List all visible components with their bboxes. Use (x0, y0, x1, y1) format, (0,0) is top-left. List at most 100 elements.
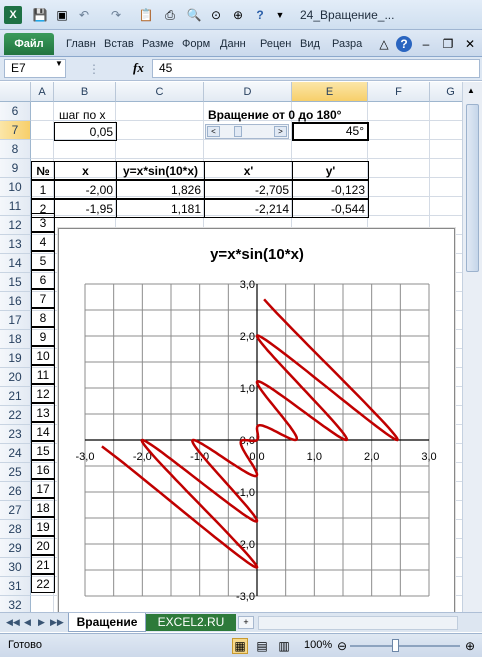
table-cell-no[interactable]: 12 (31, 384, 55, 403)
redo-icon[interactable]: ↷ (108, 7, 124, 23)
col-header-b[interactable]: B (54, 82, 116, 102)
table-cell-no[interactable]: 9 (31, 327, 55, 346)
table-cell-no[interactable]: 15 (31, 441, 55, 460)
row-header-13[interactable]: 13 (0, 235, 31, 254)
last-sheet-icon[interactable]: ▶▶ (50, 617, 64, 628)
table-cell-no[interactable]: 11 (31, 365, 55, 384)
row-header-6[interactable]: 6 (0, 102, 31, 121)
row-header-15[interactable]: 15 (0, 273, 31, 292)
chart-area[interactable]: y=x*sin(10*x) -3,0 -2,0 -1,0 0,0 1,0 2,0 3,0 3,… (58, 228, 455, 613)
save-icon[interactable]: 💾 (32, 7, 48, 23)
table-cell-x[interactable]: -1,95 (54, 199, 117, 218)
tab-developer[interactable]: Разра (332, 38, 364, 50)
vertical-scroll-thumb[interactable] (466, 104, 479, 272)
scroll-up-icon[interactable]: ▲ (467, 86, 475, 95)
qat-dropdown-icon[interactable]: ▼ (272, 7, 288, 23)
tab-file[interactable]: Файл (4, 33, 54, 55)
insert-sheet-icon[interactable]: + (238, 616, 254, 629)
row-header-12[interactable]: 12 (0, 216, 31, 235)
tab-review[interactable]: Рецен (260, 38, 293, 50)
formula-input[interactable]: 45 (152, 59, 480, 78)
tab-formulas[interactable]: Форм (182, 38, 214, 50)
row-header-20[interactable]: 20 (0, 368, 31, 387)
row-header-9[interactable]: 9 (0, 159, 31, 178)
print-icon[interactable]: ⎙ (162, 7, 178, 23)
tab-page-layout[interactable]: Разме (142, 38, 174, 50)
row-header-21[interactable]: 21 (0, 387, 31, 406)
tab-insert[interactable]: Встав (104, 38, 136, 50)
rotation-scroll-thumb[interactable] (234, 126, 242, 137)
row-header-14[interactable]: 14 (0, 254, 31, 273)
table-cell-no[interactable]: 8 (31, 308, 55, 327)
table-cell-y[interactable]: 1,826 (116, 180, 205, 199)
zoom-level[interactable]: 100% (304, 639, 332, 651)
row-header-8[interactable]: 8 (0, 140, 31, 159)
table-cell-no[interactable]: 21 (31, 555, 55, 574)
back-icon[interactable]: ⊙ (208, 7, 224, 23)
prev-sheet-icon[interactable]: ◀ (24, 617, 31, 628)
row-header-19[interactable]: 19 (0, 349, 31, 368)
undo-icon[interactable]: ↶ (76, 7, 92, 23)
table-cell-y-prime[interactable]: -0,123 (292, 180, 369, 199)
help-icon[interactable]: ? (396, 36, 412, 52)
row-header-17[interactable]: 17 (0, 311, 31, 330)
normal-view-icon[interactable]: ▦ (232, 638, 248, 654)
step-value-cell[interactable]: 0,05 (54, 122, 117, 141)
minimize-ribbon-icon[interactable]: △ (376, 36, 392, 52)
window-minimize-icon[interactable]: – (418, 36, 434, 52)
next-sheet-icon[interactable]: ▶ (38, 617, 45, 628)
rotation-scrollbar[interactable]: < > (205, 124, 289, 139)
tab-home[interactable]: Главн (66, 38, 98, 50)
zoom-slider-thumb[interactable] (392, 639, 399, 652)
zoom-in-icon[interactable]: ⊕ (462, 638, 478, 654)
table-cell-no[interactable]: 17 (31, 479, 55, 498)
table-cell-x-prime[interactable]: -2,214 (204, 199, 293, 218)
table-cell-no[interactable]: 13 (31, 403, 55, 422)
first-sheet-icon[interactable]: ◀◀ (6, 617, 20, 628)
print-preview-icon[interactable]: ▣ (54, 7, 70, 23)
zoom-slider-track[interactable] (350, 645, 460, 647)
row-header-27[interactable]: 27 (0, 501, 31, 520)
window-restore-icon[interactable]: ❐ (440, 36, 456, 52)
table-cell-y[interactable]: 1,181 (116, 199, 205, 218)
table-cell-no[interactable]: 10 (31, 346, 55, 365)
row-header-16[interactable]: 16 (0, 292, 31, 311)
table-cell-no[interactable]: 6 (31, 270, 55, 289)
table-cell-x-prime[interactable]: -2,705 (204, 180, 293, 199)
col-header-a[interactable]: A (31, 82, 54, 102)
vertical-scrollbar[interactable]: ▲ (462, 82, 482, 632)
row-header-18[interactable]: 18 (0, 330, 31, 349)
row-header-26[interactable]: 26 (0, 482, 31, 501)
col-header-c[interactable]: C (116, 82, 204, 102)
row-header-10[interactable]: 10 (0, 178, 31, 197)
row-header-30[interactable]: 30 (0, 558, 31, 577)
row-header-22[interactable]: 22 (0, 406, 31, 425)
table-cell-no[interactable]: 18 (31, 498, 55, 517)
table-cell-y-prime[interactable]: -0,544 (292, 199, 369, 218)
page-break-view-icon[interactable]: ▥ (276, 638, 292, 654)
col-header-d[interactable]: D (204, 82, 292, 102)
window-close-icon[interactable]: ✕ (462, 36, 478, 52)
row-header-25[interactable]: 25 (0, 463, 31, 482)
table-cell-no[interactable]: 1 (31, 180, 55, 199)
help-link-icon[interactable]: ? (252, 7, 268, 23)
table-cell-no[interactable]: 4 (31, 232, 55, 251)
row-header-28[interactable]: 28 (0, 520, 31, 539)
name-box-dropdown-icon[interactable]: ▼ (55, 59, 63, 68)
table-cell-no[interactable]: 19 (31, 517, 55, 536)
row-header-29[interactable]: 29 (0, 539, 31, 558)
excel-app-icon[interactable]: X (4, 6, 22, 24)
page-layout-view-icon[interactable]: ▤ (254, 638, 270, 654)
row-header-24[interactable]: 24 (0, 444, 31, 463)
row-header-23[interactable]: 23 (0, 425, 31, 444)
table-cell-x[interactable]: -2,00 (54, 180, 117, 199)
rotation-value-cell[interactable]: 45° (292, 122, 369, 141)
paste-icon[interactable]: 📋 (138, 7, 154, 23)
row-header-7[interactable]: 7 (0, 121, 31, 140)
sheet-tab-rotation[interactable]: Вращение (68, 613, 146, 632)
table-cell-no[interactable]: 5 (31, 251, 55, 270)
insert-function-button[interactable]: fx (133, 60, 144, 76)
zoom-out-icon[interactable]: ⊖ (334, 638, 350, 654)
row-header-31[interactable]: 31 (0, 577, 31, 596)
tab-data[interactable]: Данн (220, 38, 252, 50)
